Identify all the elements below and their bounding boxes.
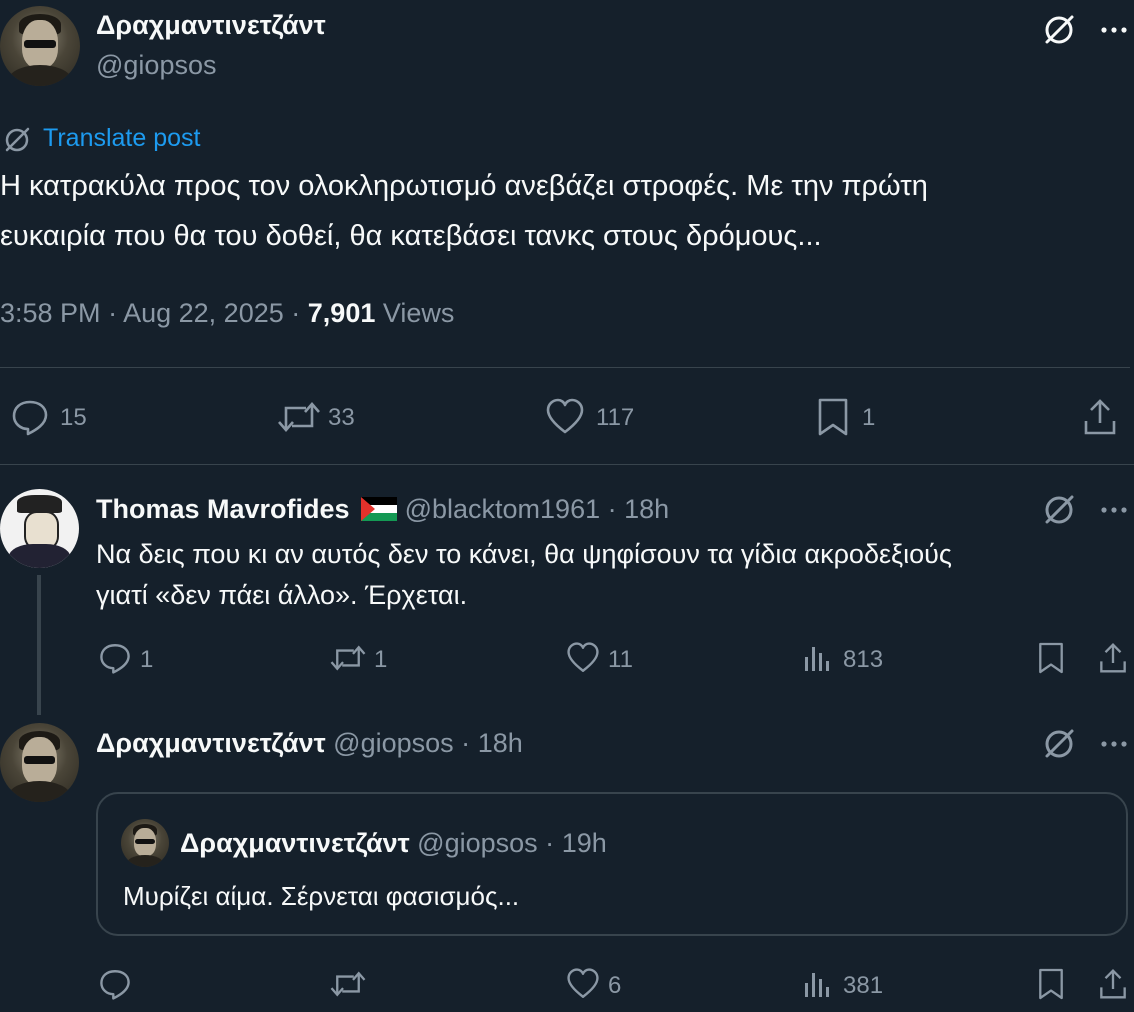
reply-time[interactable]: 18h xyxy=(624,494,669,524)
author-name[interactable]: Δραχμαντινετζάντ xyxy=(96,10,326,41)
like-count[interactable]: 11 xyxy=(608,646,633,674)
bookmark-count[interactable]: 1 xyxy=(862,404,875,432)
reply-icon[interactable] xyxy=(98,967,132,1001)
views-icon[interactable] xyxy=(803,969,833,999)
reply-avatar[interactable] xyxy=(0,723,79,802)
bookmark-icon[interactable] xyxy=(1037,967,1065,1001)
post-text-line2: ευκαιρία που θα του δοθεί, θα κατεβάσει … xyxy=(0,220,822,252)
reply-text-line2: γιατί «δεν πάει άλλο». Έρχεται. xyxy=(96,580,468,610)
meta-separator: · xyxy=(108,298,118,328)
quoted-post-card[interactable]: Δραχμαντινετζάντ @giopsos · 19h Μυρίζει … xyxy=(96,792,1128,936)
views-count[interactable]: 381 xyxy=(843,972,883,1000)
share-icon[interactable] xyxy=(1082,397,1118,437)
views-label: Views xyxy=(382,298,455,328)
quoted-author-name: Δραχμαντινετζάντ xyxy=(180,828,410,858)
reply-author-name[interactable]: Δραχμαντινετζάντ xyxy=(96,728,326,758)
repost-count[interactable]: 33 xyxy=(328,404,355,432)
share-icon[interactable] xyxy=(1098,967,1128,1001)
more-icon[interactable] xyxy=(1096,726,1132,762)
grok-icon[interactable] xyxy=(1041,12,1077,48)
more-icon[interactable] xyxy=(1096,12,1132,48)
views-icon[interactable] xyxy=(803,643,833,673)
quoted-author-handle: @giopsos xyxy=(417,828,538,858)
author-avatar[interactable] xyxy=(0,6,80,86)
palestine-flag-icon xyxy=(361,497,398,528)
like-count[interactable]: 117 xyxy=(596,404,634,432)
reply-author-name[interactable]: Thomas Mavrofides xyxy=(96,494,350,524)
translate-icon xyxy=(2,125,32,155)
quoted-avatar xyxy=(121,819,169,867)
like-icon[interactable] xyxy=(566,641,600,675)
repost-icon[interactable] xyxy=(329,641,367,675)
meta-separator: · xyxy=(291,298,301,328)
quoted-header: Δραχμαντινετζάντ @giopsos · 19h xyxy=(180,828,607,859)
thread-line xyxy=(37,575,41,715)
meta-separator: · xyxy=(545,828,555,858)
reply-author-handle[interactable]: @giopsos xyxy=(333,728,453,758)
like-icon[interactable] xyxy=(566,967,600,1001)
views-count: 7,901 xyxy=(307,298,376,328)
meta-separator: · xyxy=(607,494,617,524)
reply-time[interactable]: 18h xyxy=(478,728,523,758)
more-icon[interactable] xyxy=(1096,492,1132,528)
like-count[interactable]: 6 xyxy=(608,972,621,1000)
repost-icon[interactable] xyxy=(276,397,322,437)
reply-count[interactable]: 1 xyxy=(140,646,153,674)
reply-icon[interactable] xyxy=(98,641,132,675)
bookmark-icon[interactable] xyxy=(816,397,850,437)
divider xyxy=(0,367,1130,368)
meta-separator: · xyxy=(461,728,471,758)
quoted-text: Μυρίζει αίμα. Σέρνεται φασισμός... xyxy=(123,881,520,911)
quoted-time: 19h xyxy=(561,828,607,858)
post-date[interactable]: Aug 22, 2025 xyxy=(123,298,284,328)
reply-author-handle[interactable]: @blacktom1961 xyxy=(405,494,601,524)
reply-avatar[interactable] xyxy=(0,489,79,568)
repost-icon[interactable] xyxy=(329,967,367,1001)
post-text-line1: Η κατρακύλα προς τον ολοκληρωτισμό ανεβά… xyxy=(0,170,928,202)
author-handle[interactable]: @giopsos xyxy=(96,50,216,81)
post-meta: 3:58 PM · Aug 22, 2025 · 7,901 Views xyxy=(0,298,454,329)
like-icon[interactable] xyxy=(545,397,585,437)
reply-count[interactable]: 15 xyxy=(60,404,87,432)
views-count[interactable]: 813 xyxy=(843,646,883,674)
reply-header: Δραχμαντινετζάντ @giopsos · 18h xyxy=(96,728,523,759)
post-time[interactable]: 3:58 PM xyxy=(0,298,101,328)
reply-header: Thomas Mavrofides @blacktom1961 · 18h xyxy=(96,494,669,528)
reply-icon[interactable] xyxy=(10,397,50,437)
bookmark-icon[interactable] xyxy=(1037,641,1065,675)
share-icon[interactable] xyxy=(1098,641,1128,675)
reply-text-line1: Να δεις που κι αν αυτός δεν το κάνει, θα… xyxy=(96,539,952,569)
grok-icon[interactable] xyxy=(1041,492,1077,528)
translate-post-link[interactable]: Translate post xyxy=(43,124,200,153)
divider xyxy=(0,464,1134,465)
repost-count[interactable]: 1 xyxy=(374,646,387,674)
grok-icon[interactable] xyxy=(1041,726,1077,762)
